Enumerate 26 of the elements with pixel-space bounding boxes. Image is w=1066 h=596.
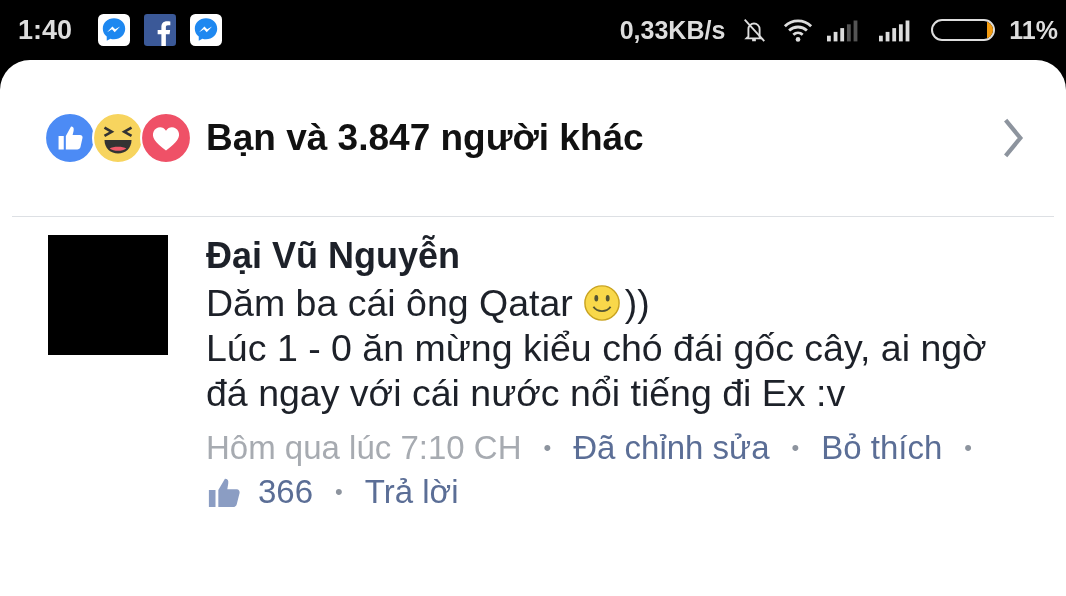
messenger-icon [190, 14, 223, 46]
separator-dot: • [964, 434, 973, 462]
reactions-summary: Bạn và 3.847 người khác [206, 117, 644, 159]
battery-percent: 11% [1009, 15, 1058, 45]
facebook-icon [144, 14, 177, 46]
timestamp: Hôm qua lúc 7:10 CH [206, 428, 522, 468]
action-link[interactable]: Đã chỉnh sửa [573, 426, 770, 470]
laughing-face-icon [92, 112, 144, 164]
action-link[interactable]: Bỏ thích [821, 426, 943, 470]
separator-dot: • [791, 434, 800, 462]
smiley-icon [582, 284, 621, 322]
thumbs-up-icon [44, 112, 96, 164]
author-name[interactable]: Đại Vũ Nguyễn [206, 235, 1006, 277]
chevron-right-icon [1002, 117, 1024, 159]
like-count[interactable]: 366 [258, 470, 314, 514]
separator-dot: • [335, 478, 343, 506]
avatar[interactable] [48, 235, 168, 355]
comment-text: Dăm ba cái ông Qatar [206, 282, 573, 324]
separator-dot: • [543, 434, 552, 462]
messenger-icon [98, 14, 131, 46]
comment-text: )) [624, 282, 650, 324]
network-speed: 0,33KB/s [619, 15, 726, 45]
reactions-row[interactable]: Bạn và 3.847 người khác [12, 60, 1054, 216]
action-link[interactable]: Trả lời [364, 470, 459, 514]
clock: 1:40 [18, 14, 73, 46]
comment-text: Lúc 1 - 0 ăn mừng kiểu chó đái gốc cây, ai ngờ đá ngay với cái nước nổi tiếng đi Ex :v [206, 327, 987, 414]
